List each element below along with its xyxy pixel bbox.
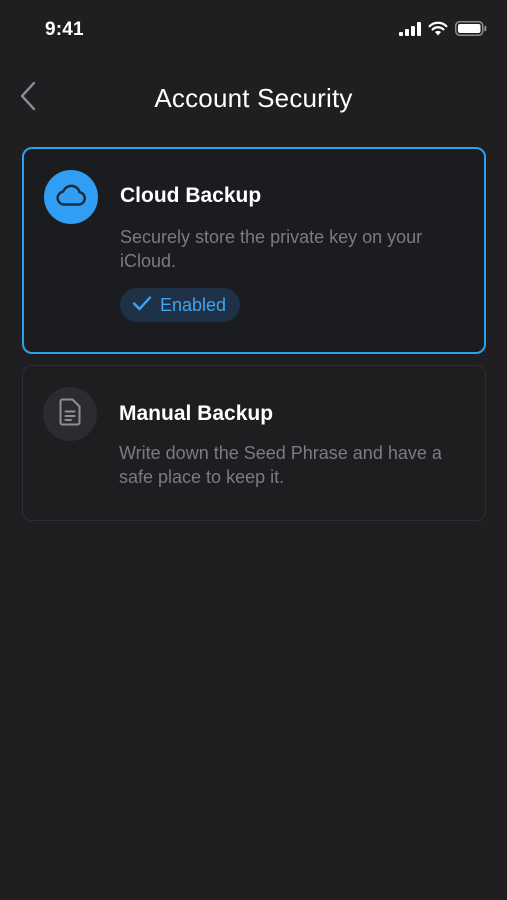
option-title: Cloud Backup: [120, 184, 262, 207]
option-title: Manual Backup: [119, 402, 274, 425]
document-icon-circle: [43, 387, 97, 441]
cloud-icon-circle: [44, 170, 98, 224]
document-icon: [59, 398, 81, 431]
cellular-signal-icon: [399, 21, 421, 41]
status-bar: 9:41: [0, 0, 507, 60]
status-label: Enabled: [160, 294, 227, 315]
status-icons: [399, 21, 487, 41]
status-time: 9:41: [45, 19, 84, 40]
status-badge: Enabled: [120, 288, 241, 322]
navigation-bar: Account Security: [0, 70, 507, 126]
checkmark-icon: [132, 295, 152, 316]
wifi-icon: [428, 21, 448, 41]
cloud-backup-option[interactable]: Cloud Backup Securely store the private …: [22, 147, 486, 354]
page-title: Account Security: [154, 83, 353, 113]
cloud-icon: [54, 183, 88, 212]
battery-icon: [455, 21, 487, 41]
option-description: Write down the Seed Phrase and have a sa…: [119, 443, 442, 487]
option-description: Securely store the private key on your i…: [120, 227, 423, 271]
manual-backup-option[interactable]: Manual Backup Write down the Seed Phrase…: [22, 365, 486, 521]
